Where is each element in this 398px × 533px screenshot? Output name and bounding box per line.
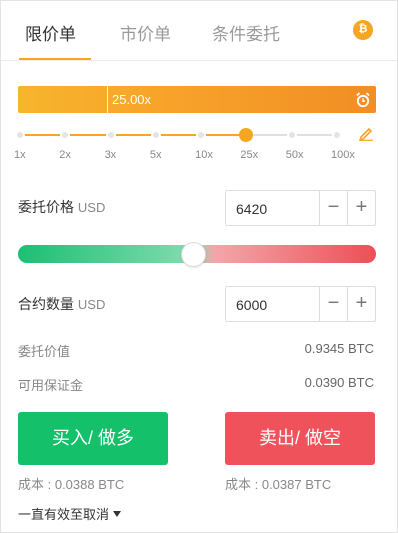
tab-market-order[interactable]: 市价单 [120,20,171,45]
leverage-bar[interactable]: 25.00x [18,86,376,113]
price-stepper: 6420 − + [225,190,376,226]
price-label: 委托价格 USD [18,197,105,217]
leverage-step-dot[interactable] [105,130,116,140]
leverage-step-dot[interactable] [15,130,25,140]
time-in-force-label: 一直有效至取消 [18,507,110,522]
amount-input[interactable]: 6000 [236,297,267,313]
order-type-tabs: 限价单 市价单 条件委托 ₿ [1,1,397,61]
available-margin-label: 可用保证金 [18,378,84,393]
buy-cost: 成本 : 0.0388 BTC [18,477,125,492]
amount-label: 合约数量 USD [18,294,105,314]
leverage-slider-fill [20,134,247,136]
order-value: 0.9345 BTC [304,341,374,356]
amount-decrease-button[interactable]: − [319,287,347,321]
leverage-step-dot[interactable] [150,130,161,140]
order-panel: 限价单 市价单 条件委托 ₿ 25.00x 1x 2x 3x 5x 10x 25x 50x 1… [0,0,398,533]
sell-cost: 成本 : 0.0387 BTC [225,477,332,492]
leverage-value: 25.00x [112,92,152,107]
price-decrease-button[interactable]: − [319,191,347,225]
leverage-tick-label[interactable]: 5x [150,149,162,161]
bitcoin-symbol: ₿ [358,23,368,35]
active-tab-indicator [19,58,91,60]
amount-unit: USD [77,297,106,312]
amount-label-text: 合约数量 [18,296,74,312]
leverage-tick-label[interactable]: 100x [331,149,355,161]
price-input[interactable]: 6420 [236,201,267,217]
price-label-text: 委托价格 [18,199,74,215]
price-unit: USD [77,200,106,215]
sell-short-button[interactable]: 卖出/ 做空 [225,412,375,465]
available-margin-value: 0.0390 BTC [304,375,374,390]
leverage-tick-label[interactable]: 2x [59,149,71,161]
amount-increase-button[interactable]: + [347,287,375,321]
leverage-tick-label[interactable]: 10x [195,149,213,161]
tab-limit-order[interactable]: 限价单 [25,20,76,45]
tab-conditional-order[interactable]: 条件委托 [212,20,280,45]
buy-long-button[interactable]: 买入/ 做多 [18,412,168,465]
leverage-tick-label[interactable]: 3x [105,149,117,161]
caret-down-icon [113,511,122,517]
leverage-step-dot[interactable] [286,130,297,140]
price-slider-thumb[interactable] [181,242,206,267]
leverage-tick-label[interactable]: 50x [286,149,304,161]
bitcoin-icon[interactable]: ₿ [353,20,373,40]
leverage-step-dot[interactable] [332,130,342,140]
leverage-slider-thumb[interactable] [239,128,254,142]
leverage-tick-label[interactable]: 1x [14,149,26,161]
amount-stepper: 6000 − + [225,286,376,322]
pencil-icon[interactable] [358,125,374,141]
alarm-clock-icon[interactable] [355,91,371,108]
leverage-step-dot[interactable] [196,130,207,140]
leverage-bar-divider [107,86,108,113]
leverage-step-dot[interactable] [60,130,71,140]
order-value-label: 委托价值 [18,344,71,359]
time-in-force-dropdown[interactable]: 一直有效至取消 [18,504,122,523]
leverage-tick-label[interactable]: 25x [240,149,258,161]
price-increase-button[interactable]: + [347,191,375,225]
